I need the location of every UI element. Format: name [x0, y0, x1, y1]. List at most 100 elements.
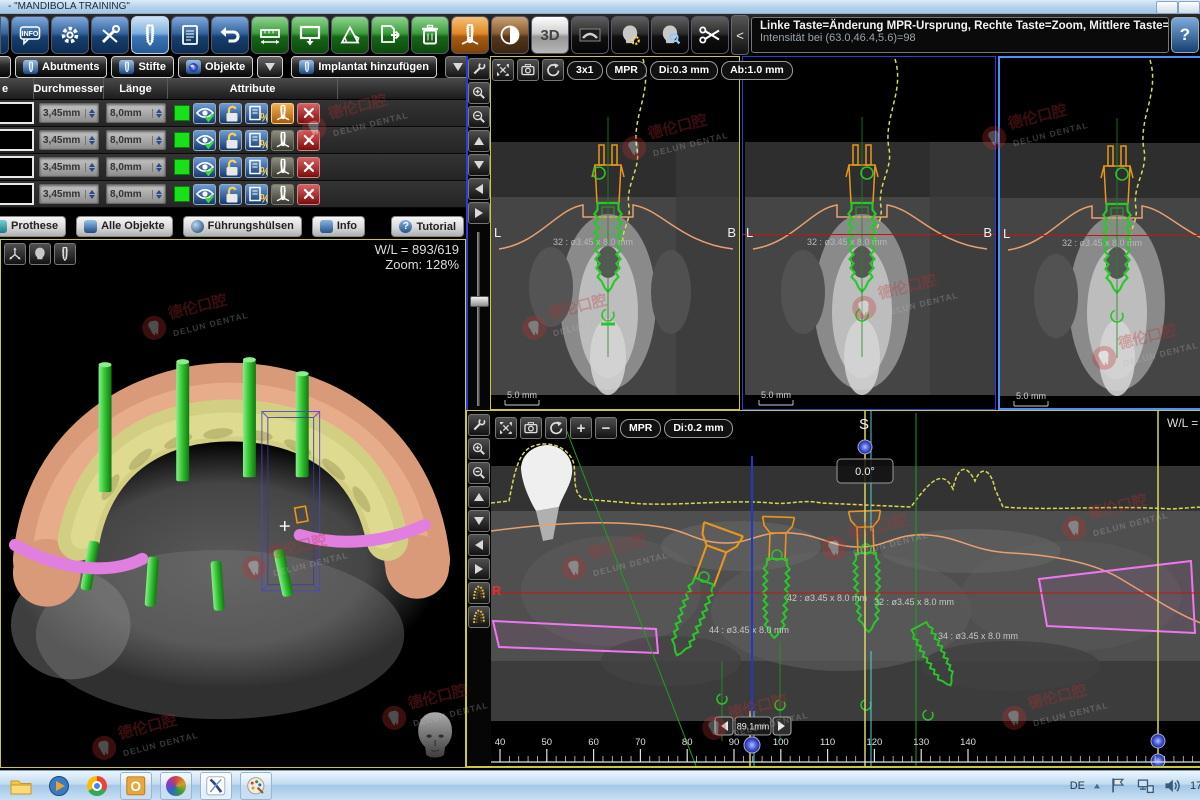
visibility-button[interactable]: [193, 157, 216, 178]
pan-right-button[interactable]: [468, 558, 490, 580]
rotation-handle[interactable]: [858, 440, 872, 454]
slice-slider[interactable]: [470, 232, 488, 410]
undo-button[interactable]: [211, 16, 249, 54]
settings-button[interactable]: [51, 16, 89, 54]
delete-row-button[interactable]: [297, 157, 320, 178]
implant-axis-row-button[interactable]: [271, 157, 294, 178]
tab-objekte[interactable]: Objekte: [178, 56, 253, 78]
color-swatch[interactable]: [174, 186, 190, 202]
lock-button[interactable]: [219, 130, 242, 151]
length-spinner[interactable]: 8,0mm: [106, 184, 166, 204]
minimize-button[interactable]: [1156, 1, 1178, 14]
diameter-spinner[interactable]: 3,45mm: [39, 103, 99, 123]
tab-abutments[interactable]: Abutments: [15, 56, 107, 78]
delete-row-button[interactable]: [297, 184, 320, 205]
taskbar-outlook[interactable]: [120, 772, 152, 800]
lock-button[interactable]: [219, 184, 242, 205]
head-settings-button[interactable]: [611, 16, 649, 54]
measure-distance-button[interactable]: [251, 16, 289, 54]
arch-curve-button[interactable]: [468, 582, 490, 604]
slice-minus-button[interactable]: −: [595, 417, 617, 439]
slice-thickness-button[interactable]: Di:0.2 mm: [664, 419, 732, 438]
implant-mode-button[interactable]: [131, 16, 169, 54]
strip-settings-button[interactable]: [468, 58, 490, 80]
color-swatch[interactable]: [174, 132, 190, 148]
diameter-spinner[interactable]: 3,45mm: [39, 184, 99, 204]
mpr-mode-button[interactable]: MPR: [606, 61, 647, 80]
language-indicator[interactable]: DE: [1070, 780, 1085, 792]
tutorial-button[interactable]: ?Tutorial: [391, 216, 464, 237]
slice-plus-button[interactable]: +: [570, 417, 592, 439]
layout-3x1-button[interactable]: 3x1: [567, 61, 603, 80]
tooth-name-field[interactable]: [0, 156, 34, 178]
mpr-view-2[interactable]: 32 : ø3.45 x 8.0 mm 5.0 mm L B: [742, 56, 996, 410]
taskbar-chrome[interactable]: [82, 773, 112, 799]
maximize-button[interactable]: [1178, 1, 1200, 14]
tooth-name-field[interactable]: [0, 102, 34, 124]
arch-curve-edit-button[interactable]: [468, 606, 490, 628]
tooth-name-field[interactable]: [0, 183, 34, 205]
slice-thickness-button[interactable]: Di:0.3 mm: [650, 61, 718, 80]
mpr-view-1[interactable]: 32 : ø3.45 x 8.0 mm 5.0 mm L B: [490, 56, 740, 410]
reset-view-button[interactable]: [542, 59, 564, 81]
pan-left-button[interactable]: [468, 534, 490, 556]
mpr-view-3[interactable]: 32 : ø3.45 x 8.0 mm 5.0 mm L: [998, 56, 1200, 410]
contrast-button[interactable]: [491, 16, 529, 54]
fullscreen-button[interactable]: [492, 59, 514, 81]
transparency-button[interactable]: [245, 184, 268, 205]
delete-button[interactable]: [411, 16, 449, 54]
visibility-button[interactable]: [193, 184, 216, 205]
partial-toolbar-button[interactable]: [0, 16, 9, 54]
position-stepper[interactable]: 89.1mm: [715, 717, 791, 735]
zoom-out-button[interactable]: [468, 106, 490, 128]
panorama-view-button[interactable]: [571, 16, 609, 54]
implant-view-button[interactable]: [54, 243, 76, 265]
lock-button[interactable]: [219, 157, 242, 178]
info-objects-button[interactable]: Info: [312, 216, 365, 237]
visibility-button[interactable]: [193, 130, 216, 151]
view-3d[interactable]: W/L = 893/619 Zoom: 128%: [0, 239, 466, 768]
view-3d-button[interactable]: 3D: [531, 16, 569, 54]
pan-left-button[interactable]: [468, 178, 490, 200]
tools-button[interactable]: [91, 16, 129, 54]
status-collapse-button[interactable]: <: [731, 15, 749, 55]
slider-handle[interactable]: [470, 296, 489, 307]
alle-objekte-button[interactable]: Alle Objekte: [76, 216, 173, 237]
reset-view-button[interactable]: [545, 417, 567, 439]
pan-right-button[interactable]: [468, 202, 490, 224]
volume-icon[interactable]: [1163, 776, 1183, 796]
color-swatch[interactable]: [174, 159, 190, 175]
zoom-out-button[interactable]: [468, 462, 490, 484]
clock-partial[interactable]: 17: [1190, 780, 1200, 792]
snapshot-button[interactable]: [517, 59, 539, 81]
taskbar-color-app[interactable]: [160, 772, 192, 800]
mpr-mode-button[interactable]: MPR: [620, 419, 661, 438]
tab-dropdown-button[interactable]: [257, 56, 283, 78]
transparency-button[interactable]: [245, 157, 268, 178]
taskbar-media-player[interactable]: [44, 773, 74, 799]
pan-down-button[interactable]: [468, 154, 490, 176]
delete-row-button[interactable]: [297, 130, 320, 151]
head-search-button[interactable]: [651, 16, 689, 54]
strip-settings-button[interactable]: [468, 414, 490, 436]
taskbar-explorer[interactable]: [6, 773, 36, 799]
tab-partial[interactable]: [0, 56, 11, 78]
pan-up-button[interactable]: [468, 486, 490, 508]
panoramic-view[interactable]: R + − MPR Di:0.2 mm: [466, 410, 1200, 768]
screen-capture-button[interactable]: [291, 16, 329, 54]
slice-distance-button[interactable]: Ab:1.0 mm: [721, 61, 793, 80]
add-implant-button[interactable]: Implantat hinzufügen: [291, 56, 437, 78]
export-button[interactable]: [371, 16, 409, 54]
transparency-button[interactable]: [245, 130, 268, 151]
orientation-gizmo-button[interactable]: [4, 243, 26, 265]
implant-axis-row-button[interactable]: [271, 184, 294, 205]
implant-axis-button[interactable]: [451, 16, 489, 54]
show-hidden-icons[interactable]: [1094, 784, 1100, 789]
implant-axis-row-button[interactable]: [271, 130, 294, 151]
measure-angle-button[interactable]: [331, 16, 369, 54]
fullscreen-button[interactable]: [495, 417, 517, 439]
fuehrungshuelsen-button[interactable]: Führungshülsen: [183, 216, 302, 237]
position-handle[interactable]: [744, 737, 760, 753]
zoom-in-button[interactable]: [468, 82, 490, 104]
help-button[interactable]: ?: [1171, 17, 1199, 53]
